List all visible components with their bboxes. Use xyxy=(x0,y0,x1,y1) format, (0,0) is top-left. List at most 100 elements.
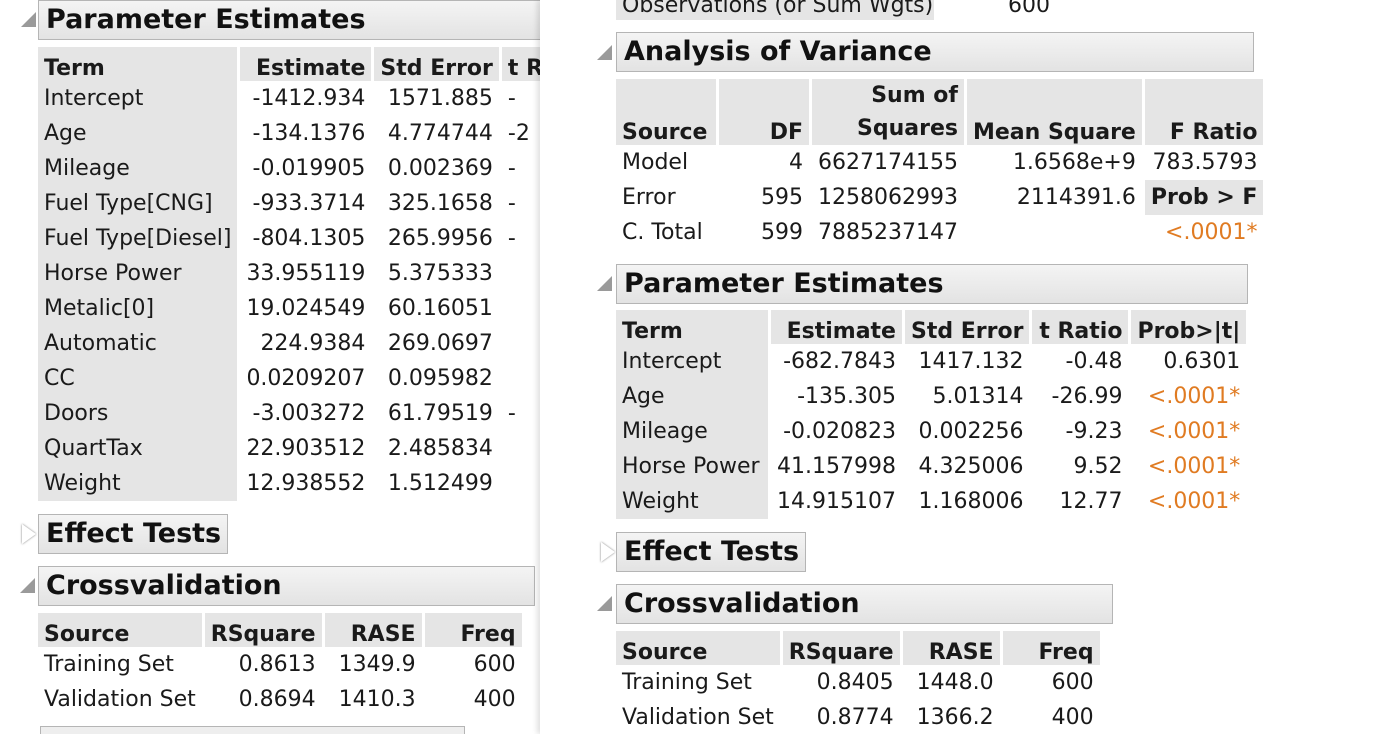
disclosure-open-icon[interactable] xyxy=(597,45,612,60)
cell-prob-t: <.0001* xyxy=(1147,419,1241,444)
section-title: Crossvalidation xyxy=(624,588,860,619)
cell-term: Intercept xyxy=(38,81,238,116)
cell-freq: 600 xyxy=(473,652,516,677)
param-estimates-header[interactable]: Parameter Estimates xyxy=(38,0,558,40)
cell-prob-t: 0.6301 xyxy=(1163,349,1241,374)
cell-source: Training Set xyxy=(44,652,174,677)
table-row: Automatic 224.9384 269.0697 xyxy=(38,326,554,361)
cell-stderr: 4.325006 xyxy=(918,454,1024,479)
table-row: Validation Set 0.8694 1410.3 400 xyxy=(38,682,522,717)
effect-tests-header[interactable]: Effect Tests xyxy=(38,514,228,554)
table-row: Metalic[0] 19.024549 60.16051 xyxy=(38,291,554,326)
param-estimates-header[interactable]: Parameter Estimates xyxy=(616,264,1248,304)
cell-source: Model xyxy=(622,150,689,175)
cell-estimate: -0.020823 xyxy=(783,419,896,444)
cell-source: Validation Set xyxy=(622,705,774,730)
cell-prob-t: <.0001* xyxy=(1147,454,1241,479)
cell-estimate: -682.7843 xyxy=(783,349,896,374)
col-header-stderr: Std Error xyxy=(904,310,1030,344)
table-row: Horse Power 41.157998 4.325006 9.52 <.0001* xyxy=(616,449,1246,484)
cell-estimate: -933.3714 xyxy=(252,191,366,216)
cell-rase: 1349.9 xyxy=(338,652,416,677)
cell-stderr: 1.512499 xyxy=(387,471,493,496)
cell-freq: 400 xyxy=(1051,705,1094,730)
disclosure-open-icon[interactable] xyxy=(597,596,612,611)
cell-term: Horse Power xyxy=(38,256,238,291)
cell-stderr: 265.9956 xyxy=(387,226,493,251)
left-report-pane: Parameter Estimates Term Estimate Std Er… xyxy=(0,0,560,734)
col-header-rase: RASE xyxy=(902,631,1000,665)
cell-estimate: 22.903512 xyxy=(246,436,366,461)
cell-estimate: 14.915107 xyxy=(777,489,896,514)
cell-tratio: 9.52 xyxy=(1073,454,1123,479)
cell-term: Doors xyxy=(38,396,238,431)
cell-stderr: 1571.885 xyxy=(387,86,493,111)
cell-stderr: 269.0697 xyxy=(387,331,493,356)
table-row: Fuel Type[Diesel] -804.1305 265.9956- xyxy=(38,221,554,256)
cell-term: Fuel Type[Diesel] xyxy=(38,221,238,256)
cell-term: QuartTax xyxy=(38,431,238,466)
crossvalidation-header[interactable]: Crossvalidation xyxy=(616,584,1113,624)
col-header-freq: Freq xyxy=(1002,631,1100,665)
cell-term: Age xyxy=(616,379,768,414)
table-row: C. Total 599 7885237147 <.0001* xyxy=(616,215,1263,250)
cell-estimate: 12.938552 xyxy=(246,471,366,496)
col-header-rsquare: RSquare xyxy=(204,613,322,647)
col-header-rsquare: RSquare xyxy=(782,631,900,665)
cell-stderr: 5.01314 xyxy=(932,384,1024,409)
table-row: Training Set 0.8613 1349.9 600 xyxy=(38,647,522,682)
cell-source: Validation Set xyxy=(44,687,196,712)
cell-ms: 2114391.6 xyxy=(1016,185,1136,210)
disclosure-open-icon[interactable] xyxy=(21,12,36,27)
param-estimates-table: Term Estimate Std Error t Ratio Prob>|t|… xyxy=(613,310,1249,519)
cell-freq: 400 xyxy=(473,687,516,712)
table-row: Age -135.305 5.01314 -26.99 <.0001* xyxy=(616,379,1246,414)
disclosure-open-icon[interactable] xyxy=(597,276,612,291)
col-header-term: Term xyxy=(38,47,238,81)
cell-estimate: 33.955119 xyxy=(246,261,366,286)
col-header-f-ratio: F Ratio xyxy=(1144,79,1264,145)
cell-estimate: -0.019905 xyxy=(252,156,366,181)
col-header-estimate: Estimate xyxy=(240,47,372,81)
cell-term: Weight xyxy=(38,466,238,501)
cell-df: 599 xyxy=(761,220,803,245)
cell-term: Intercept xyxy=(616,344,768,379)
disclosure-closed-icon[interactable] xyxy=(22,524,36,544)
table-row: Training Set 0.8405 1448.0 600 xyxy=(616,665,1100,700)
cell-stderr: 1417.132 xyxy=(918,349,1024,374)
table-row: Age -134.1376 4.774744 -2 xyxy=(38,116,554,151)
col-header-source: Source xyxy=(616,79,716,145)
cell-estimate: -3.003272 xyxy=(252,401,366,426)
col-header-sum-of-squares: Sum of Squares xyxy=(812,79,964,145)
cell-tratio: 12.77 xyxy=(1059,489,1123,514)
cell-rase: 1410.3 xyxy=(338,687,416,712)
next-section-header[interactable] xyxy=(40,726,465,734)
cell-stderr: 4.774744 xyxy=(387,121,493,146)
col-header-prob-t: Prob>|t| xyxy=(1131,310,1247,344)
col-header-estimate: Estimate xyxy=(771,310,902,344)
col-header-df: DF xyxy=(719,79,809,145)
cell-ms xyxy=(967,215,1142,250)
cell-rase: 1448.0 xyxy=(916,670,994,695)
col-header-source: Source xyxy=(616,631,780,665)
disclosure-closed-icon[interactable] xyxy=(601,542,615,562)
cell-term: CC xyxy=(38,361,238,396)
cell-stderr: 0.095982 xyxy=(387,366,493,391)
cell-df: 595 xyxy=(761,185,803,210)
cell-term: Age xyxy=(38,116,238,151)
cell-freq: 600 xyxy=(1051,670,1094,695)
cell-prob-t: <.0001* xyxy=(1147,384,1241,409)
crossvalidation-header[interactable]: Crossvalidation xyxy=(38,566,535,606)
effect-tests-header[interactable]: Effect Tests xyxy=(616,532,806,572)
prob-f-label: Prob > F xyxy=(1144,180,1264,215)
cell-term: Mileage xyxy=(38,151,238,186)
cell-source: Training Set xyxy=(622,670,752,695)
anova-table: Source DF Sum of Squares Mean Square F R… xyxy=(613,79,1266,250)
cell-ms: 1.6568e+9 xyxy=(1012,150,1136,175)
cell-term: Automatic xyxy=(38,326,238,361)
table-row: Validation Set 0.8774 1366.2 400 xyxy=(616,700,1100,734)
disclosure-open-icon[interactable] xyxy=(20,578,35,593)
anova-header[interactable]: Analysis of Variance xyxy=(616,32,1254,72)
cell-source: C. Total xyxy=(622,220,703,245)
cell-rsquare: 0.8613 xyxy=(238,652,316,677)
